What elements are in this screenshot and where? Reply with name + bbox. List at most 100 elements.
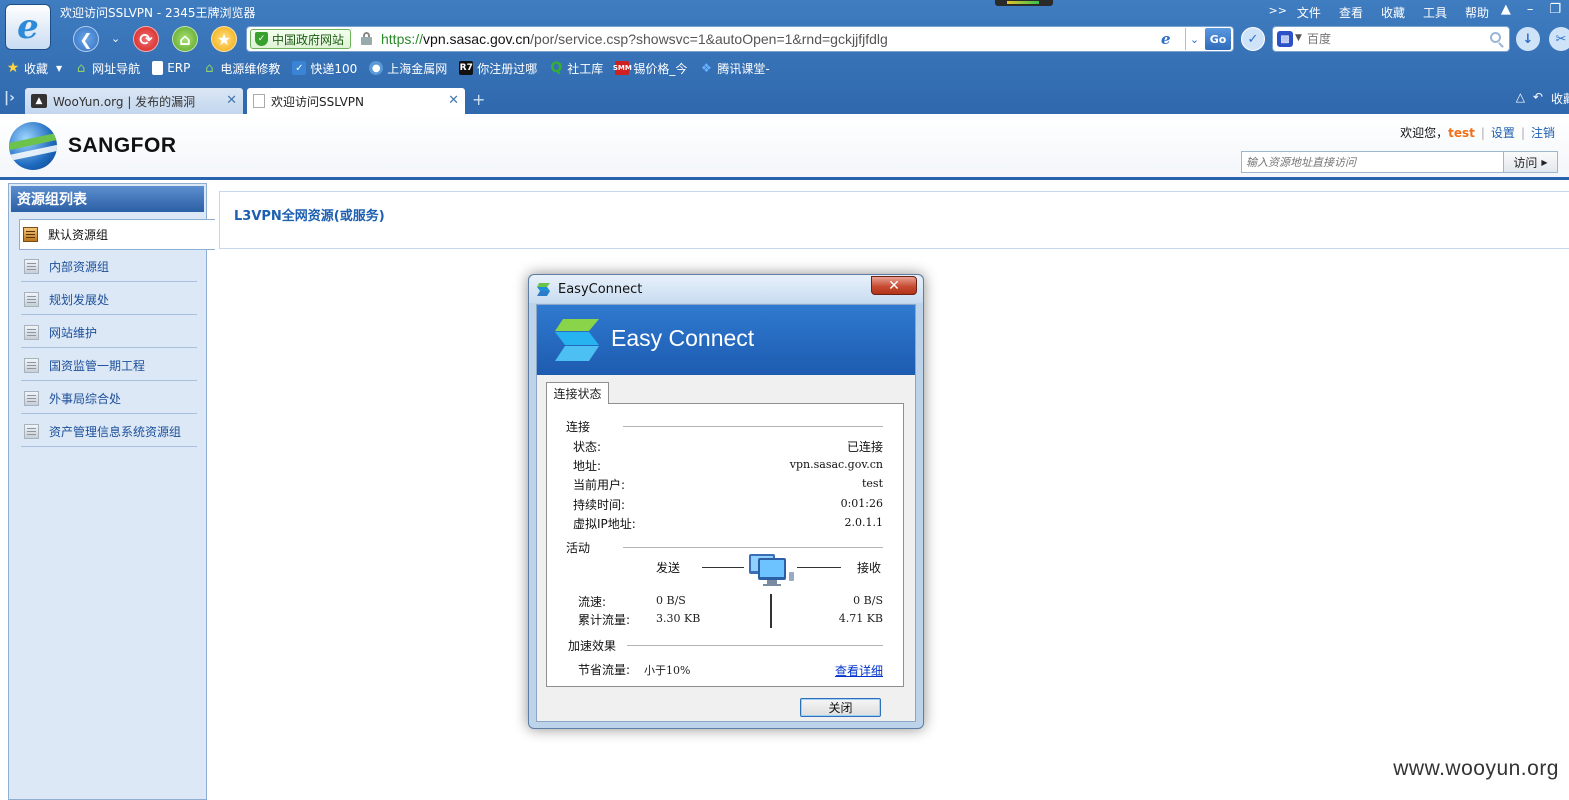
status-label: 状态: xyxy=(573,440,602,454)
sidebar-item-internal-group[interactable]: 内部资源组 xyxy=(21,251,197,282)
send-line xyxy=(702,567,744,568)
settings-link[interactable]: 设置 xyxy=(1491,124,1515,141)
sidebar-item-website-maint[interactable]: 网站维护 xyxy=(21,317,197,348)
tab-connection-status[interactable]: 连接状态 xyxy=(546,382,609,404)
refresh-button[interactable]: ⟳ xyxy=(133,26,159,52)
window-title: 欢迎访问SSLVPN - 2345王牌浏览器 xyxy=(60,6,256,20)
house-icon: ⌂ xyxy=(77,60,86,76)
resource-group-sidebar: 资源组列表 默认资源组 内部资源组 规划发展处 网站维护 国资监管一期工程 外事… xyxy=(8,183,215,800)
download-icon[interactable]: ↓ xyxy=(1516,27,1540,51)
search-input[interactable] xyxy=(1307,30,1487,48)
bookmark-tencent-class[interactable]: ❖ 腾讯课堂- xyxy=(699,60,770,77)
bookmark-tin-price[interactable]: SMM 锡价格_今 xyxy=(613,60,687,77)
baidu-icon[interactable]: ▩ xyxy=(1277,31,1293,47)
virtual-ip-label: 虚拟IP地址: xyxy=(573,517,636,531)
folder-icon xyxy=(24,324,39,340)
sidebar-item-planning[interactable]: 规划发展处 xyxy=(21,284,197,315)
browser-chrome: e 欢迎访问SSLVPN - 2345王牌浏览器 >> 文件 查看 收藏 工具 … xyxy=(0,0,1569,114)
search-icon[interactable] xyxy=(1490,32,1501,43)
activity-vertical-line xyxy=(770,594,772,628)
lock-icon[interactable] xyxy=(361,32,372,45)
menu-file[interactable]: 文件 xyxy=(1297,4,1321,21)
tab-right-label[interactable]: 收藏 xyxy=(1551,90,1569,107)
total-traffic-label: 累计流量: xyxy=(578,613,631,627)
visit-button[interactable]: 访问 ▶ xyxy=(1503,152,1557,172)
menu-overflow-icon[interactable]: >> xyxy=(1268,4,1286,21)
navigation-bar: ❮ ⌄ ⟳ ⌂ ★ ✓ 中国政府网站 https://vpn.sasac.gov… xyxy=(0,24,1569,54)
resource-title: L3VPN全网资源(或服务) xyxy=(234,209,385,224)
divider xyxy=(627,645,883,646)
sidebar-item-supervision[interactable]: 国资监管一期工程 xyxy=(21,350,197,381)
search-box: ▩ ▼ xyxy=(1272,26,1510,52)
menu-favorites[interactable]: 收藏 xyxy=(1381,4,1405,21)
shield-check-icon: ✓ xyxy=(255,32,268,46)
kuaidi-icon: ✓ xyxy=(292,61,307,75)
bookmark-favorites[interactable]: ★ 收藏 ▼ xyxy=(6,60,62,77)
folder-icon xyxy=(23,227,38,242)
restore-icon[interactable]: ❐ xyxy=(1549,2,1561,17)
address-bar[interactable]: ✓ 中国政府网站 https://vpn.sasac.gov.cn/por/se… xyxy=(246,26,1234,52)
bookmarks-bar: ★ 收藏 ▼ ⌂ 网址导航 ERP ⌂ 电源维修教 ✓ 快递100 ● 上海金属网 R7 你注… xyxy=(0,56,1569,80)
go-button[interactable]: Go xyxy=(1205,28,1231,50)
section-activity: 活动 xyxy=(566,541,591,555)
skin-icon[interactable]: ▲ xyxy=(1501,2,1511,17)
bookmark-shanghai-metal[interactable]: ● 上海金属网 xyxy=(369,60,447,77)
r7-icon: R7 xyxy=(459,61,474,75)
section-connection: 连接 xyxy=(566,420,591,434)
tab-wooyun[interactable]: ▲ WooYun.org | 发布的漏洞 ✕ xyxy=(25,88,243,114)
search-engine-dropdown-icon[interactable]: ▼ xyxy=(1295,33,1302,43)
dialog-body: Easy Connect 连接状态 连接 状态: 已连接 地址: vpn.sas… xyxy=(536,304,916,722)
bookmark-erp[interactable]: ERP xyxy=(152,61,190,75)
watermark: www.wooyun.org xyxy=(1393,757,1559,780)
favorites-dropdown-icon: ▼ xyxy=(56,63,63,73)
brand-name: SANGFOR xyxy=(68,134,177,157)
sidebar-title: 资源组列表 xyxy=(11,186,204,212)
minimize-icon[interactable]: – xyxy=(1527,2,1534,17)
bookmark-power-repair[interactable]: ⌂ 电源维修教 xyxy=(202,60,280,77)
easyconnect-logo-icon xyxy=(555,319,599,361)
back-button[interactable]: ❮ xyxy=(73,26,99,52)
undo-close-icon[interactable]: ↶ xyxy=(1533,90,1543,107)
close-tab-icon[interactable]: ✕ xyxy=(448,93,459,108)
logout-link[interactable]: 注销 xyxy=(1531,124,1555,141)
view-details-link[interactable]: 查看详细 xyxy=(835,662,883,679)
history-dropdown-icon[interactable]: ⌄ xyxy=(111,32,120,45)
folder-icon xyxy=(24,390,39,406)
sidebar-item-default-group[interactable]: 默认资源组 xyxy=(19,219,215,250)
bookmark-kuaidi100[interactable]: ✓ 快递100 xyxy=(292,60,357,77)
address-value: vpn.sasac.gov.cn xyxy=(789,458,883,471)
bookmark-r7[interactable]: R7 你注册过哪 xyxy=(459,60,537,77)
section-acceleration: 加速效果 xyxy=(568,639,617,653)
menu-view[interactable]: 查看 xyxy=(1339,4,1363,21)
address-dropdown-icon[interactable]: ⌄ xyxy=(1185,28,1203,50)
close-tab-icon[interactable]: ✕ xyxy=(226,93,237,108)
dialog-titlebar[interactable]: EasyConnect ✕ xyxy=(529,275,923,303)
dialog-title: EasyConnect xyxy=(558,282,643,297)
sidebar-toggle-icon[interactable]: |› xyxy=(4,90,15,106)
close-button[interactable]: 关闭 xyxy=(800,698,881,717)
bookmark-social-db[interactable]: Q 社工库 xyxy=(549,60,603,77)
scissors-icon[interactable]: ✂ xyxy=(1549,27,1569,51)
duration-value: 0:01:26 xyxy=(840,497,883,510)
ie-mode-icon[interactable]: e xyxy=(1161,30,1179,48)
bookmark-url-nav[interactable]: ⌂ 网址导航 xyxy=(74,60,140,77)
virtual-ip-value: 2.0.1.1 xyxy=(844,516,883,529)
gov-site-badge[interactable]: ✓ 中国政府网站 xyxy=(250,29,352,49)
tab-sslvpn[interactable]: 欢迎访问SSLVPN ✕ xyxy=(247,88,465,114)
current-user-label: 当前用户: xyxy=(573,478,626,492)
favorite-button[interactable]: ★ xyxy=(211,26,237,52)
speed-label: 流速: xyxy=(578,595,607,609)
sidebar-item-foreign-affairs[interactable]: 外事局综合处 xyxy=(21,383,197,414)
sangfor-logo-icon xyxy=(9,122,57,170)
sidebar-item-asset-mgmt[interactable]: 资产管理信息系统资源组 xyxy=(21,416,197,447)
resource-address-input[interactable] xyxy=(1246,154,1496,170)
pin-icon[interactable]: △ xyxy=(1516,90,1525,107)
menu-tools[interactable]: 工具 xyxy=(1423,4,1447,21)
url-text[interactable]: https://vpn.sasac.gov.cn/por/service.csp… xyxy=(381,31,888,47)
home-button[interactable]: ⌂ xyxy=(172,26,198,52)
security-guard-icon[interactable]: ✓ xyxy=(1241,27,1265,51)
new-tab-button[interactable]: + xyxy=(472,90,485,109)
close-icon[interactable]: ✕ xyxy=(871,276,917,295)
username: test xyxy=(1448,125,1475,140)
menu-help[interactable]: 帮助 xyxy=(1465,4,1489,21)
